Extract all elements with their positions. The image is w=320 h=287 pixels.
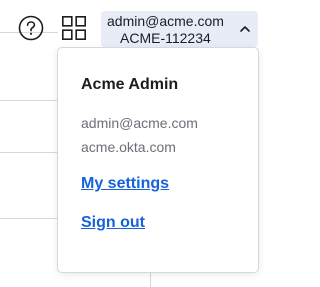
account-org-id: ACME-112234: [120, 30, 211, 46]
my-settings-link[interactable]: My settings: [81, 175, 169, 193]
chevron-up-icon: [239, 22, 251, 34]
background-divider: [0, 152, 58, 153]
user-display-name: Acme Admin: [81, 76, 179, 93]
account-dropdown-menu: Acme Admin admin@acme.com acme.okta.com …: [57, 47, 259, 273]
account-menu-button[interactable]: admin@acme.com ACME-112234: [101, 11, 258, 47]
account-email: admin@acme.com: [107, 13, 224, 29]
help-circle-icon[interactable]: [18, 15, 44, 41]
sign-out-link[interactable]: Sign out: [81, 214, 145, 232]
org-domain: acme.okta.com: [81, 139, 176, 155]
background-divider: [0, 100, 58, 101]
background-divider: [0, 218, 58, 219]
user-email: admin@acme.com: [81, 115, 198, 131]
page: admin@acme.com ACME-112234 Acme Admin ad…: [0, 0, 275, 287]
apps-grid-icon[interactable]: [61, 15, 87, 41]
